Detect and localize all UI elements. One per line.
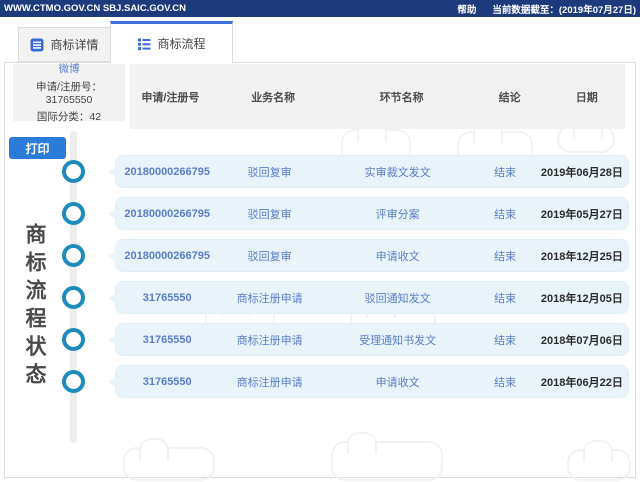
timeline-node xyxy=(62,202,85,225)
cell-conclusion: 结束 xyxy=(494,292,517,305)
international-class: 国际分类：42 xyxy=(36,111,102,123)
cell-business-name: 商标注册申请 xyxy=(236,292,303,305)
cell-step-name: 实审裁文发文 xyxy=(364,166,431,179)
cell-conclusion: 结束 xyxy=(494,250,517,263)
header-business-name: 业务名称 xyxy=(251,91,296,104)
help-link[interactable]: 帮助 xyxy=(457,2,476,16)
cell-date: 2018年12月05日 xyxy=(540,292,623,305)
content-panel: 微博 申请/注册号：31765550 国际分类：42 申请/注册号 业务名称 环… xyxy=(4,62,636,481)
cell-application-number: 31765550 xyxy=(142,375,192,388)
cell-conclusion: 结束 xyxy=(494,208,517,221)
header-date: 日期 xyxy=(575,91,598,104)
cell-date: 2018年06月22日 xyxy=(540,376,623,389)
cell-date: 2019年06月28日 xyxy=(540,166,623,179)
cell-step-name: 评审分案 xyxy=(375,208,420,221)
header-conclusion: 结论 xyxy=(498,91,521,104)
trademark-info-box: 微博 申请/注册号：31765550 国际分类：42 xyxy=(13,63,125,123)
table-row: 31765550 商标注册申请 驳回通知发文 结束 2018年12月05日 xyxy=(108,281,629,314)
table-row: 20180000266795 驳回复审 评审分案 结束 2019年05月27日 xyxy=(108,197,629,230)
cell-date: 2018年12月25日 xyxy=(540,250,623,263)
timeline-node xyxy=(62,286,85,309)
cell-application-number: 20180000266795 xyxy=(124,249,211,262)
site-url: WWW.CTMO.GOV.CN SBJ.SAIC.GOV.CN xyxy=(4,3,186,14)
cell-conclusion: 结束 xyxy=(494,334,517,347)
watermark-shape xyxy=(331,432,443,481)
trademark-name: 微博 xyxy=(58,63,80,75)
timeline-node xyxy=(62,160,85,183)
watermark-shape xyxy=(567,440,631,481)
cell-application-number: 31765550 xyxy=(142,291,192,304)
cell-application-number: 20180000266795 xyxy=(124,165,211,178)
timeline-node xyxy=(62,328,85,351)
cell-application-number: 31765550 xyxy=(142,333,192,346)
print-button[interactable]: 打印 xyxy=(9,137,66,159)
list-icon xyxy=(138,38,151,50)
table-row: 31765550 商标注册申请 申请收文 结束 2018年06月22日 xyxy=(108,365,629,398)
tab-label: 商标流程 xyxy=(157,37,206,51)
timeline-node xyxy=(62,244,85,267)
cell-date: 2019年05月27日 xyxy=(540,208,623,221)
tab-label: 商标详情 xyxy=(50,38,99,52)
cell-step-name: 申请收文 xyxy=(375,376,420,389)
tab-trademark-process[interactable]: 商标流程 xyxy=(110,21,233,63)
cell-business-name: 商标注册申请 xyxy=(236,334,303,347)
vertical-section-title: 商标流程状态 xyxy=(23,223,46,391)
data-cutoff-date: 当前数据截至：(2019年07月27日) xyxy=(492,4,636,16)
cell-application-number: 20180000266795 xyxy=(124,207,211,220)
cell-conclusion: 结束 xyxy=(494,166,517,179)
cell-step-name: 驳回通知发文 xyxy=(364,292,431,305)
document-icon xyxy=(30,38,44,51)
watermark-shape xyxy=(123,438,215,481)
watermark-shape xyxy=(557,116,615,153)
timeline-node xyxy=(62,370,85,393)
table-row: 20180000266795 驳回复审 申请收文 结束 2018年12月25日 xyxy=(108,239,629,272)
header-application-number: 申请/注册号 xyxy=(141,91,200,104)
cell-date: 2018年07月06日 xyxy=(540,334,623,347)
cell-business-name: 驳回复审 xyxy=(247,166,292,179)
header-step-name: 环节名称 xyxy=(379,91,424,104)
cell-step-name: 受理通知书发文 xyxy=(359,334,437,347)
cell-conclusion: 结束 xyxy=(494,376,517,389)
cell-step-name: 申请收文 xyxy=(375,250,420,263)
table-row: 20180000266795 驳回复审 实审裁文发文 结束 2019年06月28… xyxy=(108,155,629,188)
cell-business-name: 商标注册申请 xyxy=(236,376,303,389)
table-header: 申请/注册号 业务名称 环节名称 结论 日期 xyxy=(130,64,625,129)
cell-business-name: 驳回复审 xyxy=(247,250,292,263)
top-bar: WWW.CTMO.GOV.CN SBJ.SAIC.GOV.CN 帮助 当前数据截… xyxy=(0,0,640,17)
table-row: 31765550 商标注册申请 受理通知书发文 结束 2018年07月06日 xyxy=(108,323,629,356)
tab-trademark-details[interactable]: 商标详情 xyxy=(18,27,111,62)
cell-business-name: 驳回复审 xyxy=(247,208,292,221)
application-number: 申请/注册号：31765550 xyxy=(36,81,102,106)
